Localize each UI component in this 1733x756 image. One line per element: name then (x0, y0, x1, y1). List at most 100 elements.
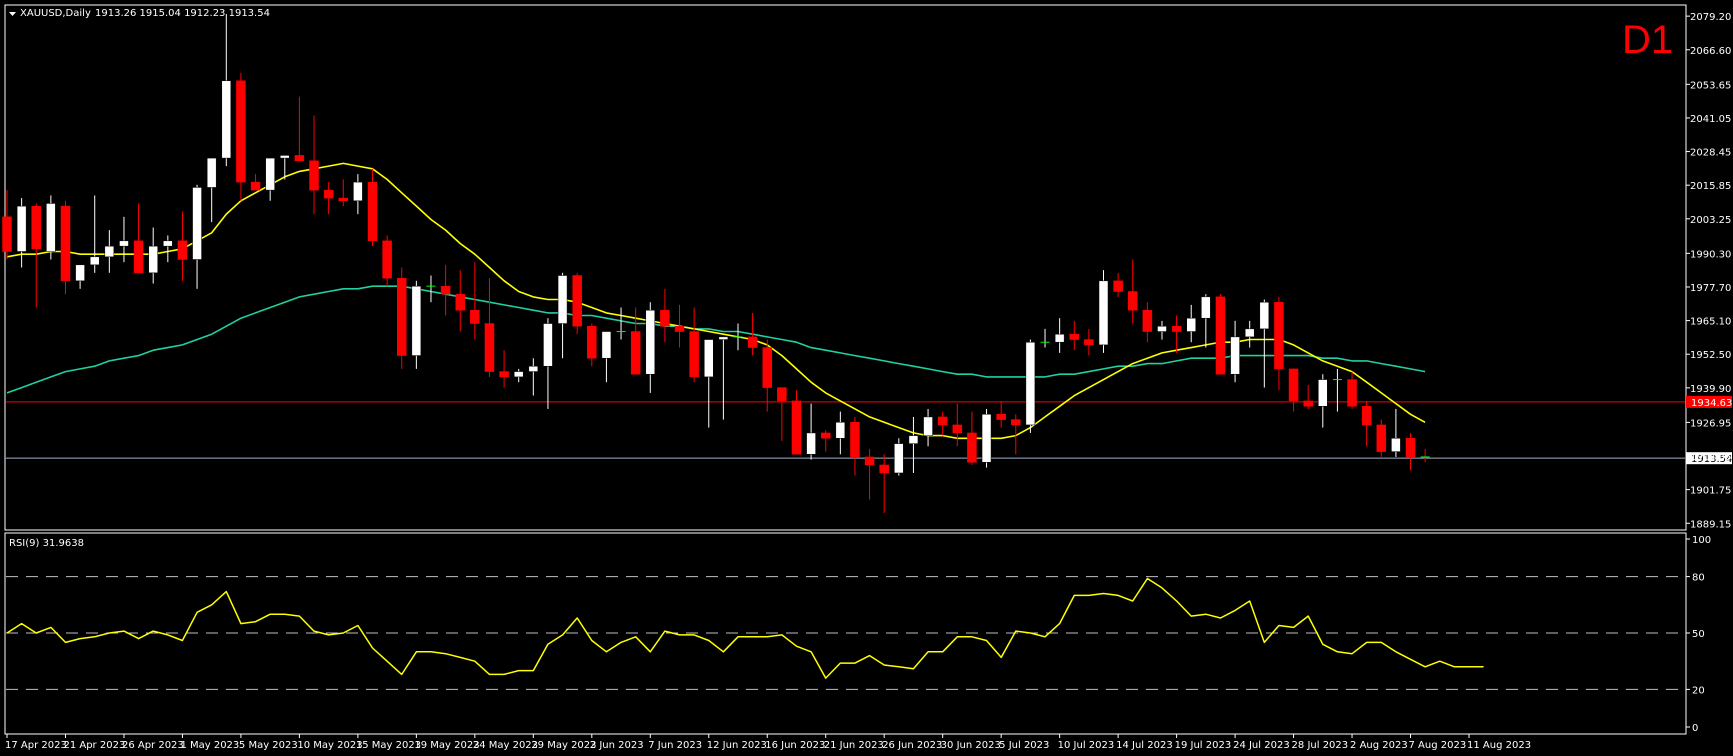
candle (996, 400, 1006, 428)
candle-body-bear (674, 325, 685, 332)
candle (864, 448, 875, 500)
candle-body-bull (601, 331, 612, 359)
candle-body-bull (1259, 301, 1270, 330)
candle (513, 368, 524, 383)
rsi-tick-label: 80 (1692, 573, 1705, 584)
candle (981, 408, 992, 468)
candle (1332, 368, 1342, 412)
date-tick-label: 2 Jun 2023 (590, 740, 644, 751)
candle-body-bull (1186, 317, 1196, 332)
candle-body-bear (762, 347, 772, 388)
candle (426, 275, 436, 303)
candle (1230, 320, 1240, 383)
candle (250, 174, 261, 191)
candle (1376, 419, 1387, 457)
candle-body-bear (820, 432, 831, 439)
candle-body-bear (455, 293, 465, 311)
candle-body-bear (382, 240, 392, 279)
candle-body-bull (645, 309, 656, 375)
candle-body-bull (46, 203, 56, 252)
candle (338, 179, 349, 207)
price-tick-label: 1977.70 (1690, 283, 1731, 294)
candle (484, 278, 495, 377)
candle-body-bull (704, 339, 714, 378)
candle (89, 195, 100, 273)
date-tick-label: 19 Jul 2023 (1175, 740, 1232, 751)
candle-body-bull (1157, 325, 1167, 332)
price-tick-label: 1990.30 (1690, 249, 1731, 260)
price-tick-label: 2041.05 (1690, 114, 1731, 125)
candle (148, 227, 158, 284)
candle-body-bear (1113, 280, 1123, 292)
candle-body-bear (879, 464, 889, 474)
candlesticks (2, 14, 1430, 513)
date-tick-label: 24 Jul 2023 (1233, 740, 1290, 751)
ohlc-readout: 1913.26 1915.04 1912.23 1913.54 (95, 8, 270, 19)
candle (1054, 318, 1065, 353)
candle (1069, 320, 1080, 351)
candle (1215, 294, 1226, 375)
candle-body-bear (1084, 339, 1094, 346)
candle-body-bear (294, 155, 305, 162)
candle-body-bull (280, 155, 290, 159)
candle (660, 288, 670, 343)
fast-moving-average (6, 162, 1426, 440)
date-tick-label: 1 May 2023 (180, 740, 239, 751)
candle-body-bull (75, 264, 85, 282)
chart-canvas[interactable]: 1934.631913.54 2079.202066.602053.652041… (0, 0, 1733, 756)
candle (1244, 320, 1255, 348)
candle-body-bear (572, 275, 582, 327)
date-tick-label: 21 Apr 2023 (63, 740, 125, 751)
candle-body-bull (1201, 296, 1211, 319)
candle (557, 272, 568, 359)
candle (1157, 320, 1167, 340)
candle (923, 408, 933, 447)
candle-body-bear (937, 416, 948, 426)
candle-body-bull (119, 240, 129, 247)
candle-body-bear (1215, 296, 1226, 375)
candle (1361, 400, 1372, 447)
candle-body-bear (177, 240, 188, 260)
candle-body-bull (557, 275, 568, 324)
candle (1288, 368, 1299, 412)
date-axis: 17 Apr 202321 Apr 202326 Apr 20231 May 2… (5, 734, 1531, 751)
rsi-level-lines (6, 576, 1685, 690)
price-tick-label: 2003.25 (1690, 215, 1731, 226)
candle (1098, 270, 1109, 353)
candle (177, 211, 188, 281)
candle (192, 184, 202, 289)
rsi-tick-label: 100 (1692, 535, 1711, 546)
date-tick-label: 21 Jun 2023 (824, 740, 884, 751)
date-tick-label: 30 Jun 2023 (941, 740, 1001, 751)
date-tick-label: 14 Jul 2023 (1116, 740, 1173, 751)
date-tick-label: 7 Jun 2023 (648, 740, 702, 751)
candle-body-bear (440, 285, 451, 295)
candle-body-bear (323, 189, 334, 199)
candle-body-bear (250, 181, 261, 191)
candle-body-bear (850, 422, 860, 458)
candle-body-bear (338, 197, 349, 202)
date-tick-label: 26 Apr 2023 (122, 740, 184, 751)
symbol-label: XAUUSD,Daily (20, 8, 91, 19)
candle (411, 280, 422, 369)
collapse-triangle-icon[interactable] (9, 12, 16, 16)
candle-body-bull (353, 181, 363, 202)
candle-body-bull (806, 432, 816, 455)
candle (645, 302, 656, 393)
candle-body-bear (1069, 333, 1080, 340)
candle (1259, 299, 1270, 388)
candle-body-bull (1230, 336, 1240, 375)
candle-body-bull (513, 371, 524, 378)
date-tick-label: 28 Jul 2023 (1292, 740, 1349, 751)
candle (528, 358, 539, 396)
candle-body-bull (1054, 333, 1065, 343)
candle (850, 416, 860, 476)
candle (587, 323, 597, 367)
candle-body-bear (484, 323, 495, 372)
candle (75, 264, 85, 289)
price-tick-label: 1939.90 (1690, 384, 1731, 395)
candle-body-bear (1127, 291, 1138, 311)
candle (440, 264, 451, 316)
candle (908, 416, 919, 473)
candle-body-bull (981, 414, 992, 463)
